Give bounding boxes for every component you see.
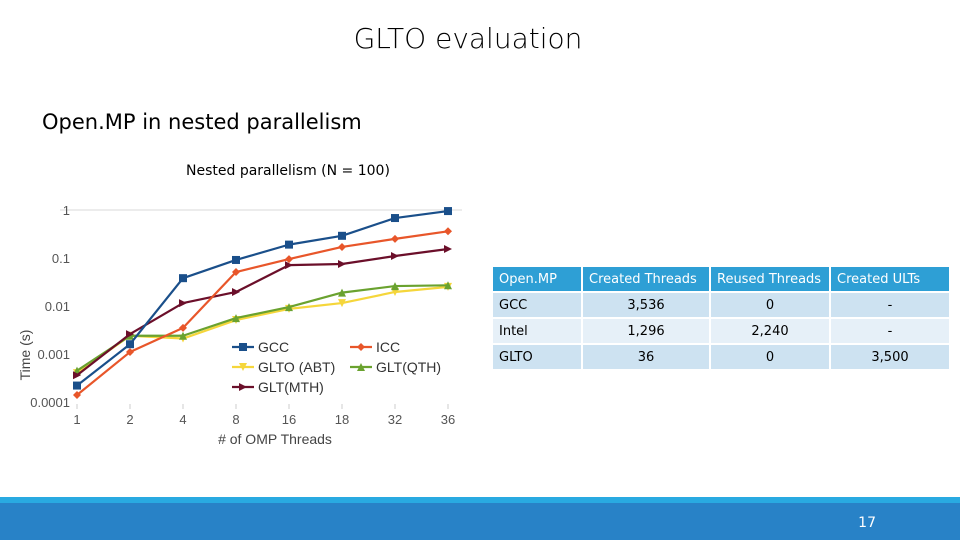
data-point-gcc: [444, 207, 452, 216]
legend-item-icc: ICC: [350, 339, 400, 355]
x-axis-label: # of OMP Threads: [218, 431, 332, 447]
x-tick-label: 36: [441, 412, 455, 427]
cell-created-threads: 36: [583, 345, 709, 369]
y-tick-label: 1: [63, 203, 70, 218]
header-created-threads: Created Threads: [583, 267, 709, 291]
footer-bar: 17: [0, 503, 960, 540]
cell-reused-threads: 0: [711, 345, 829, 369]
data-point-glt-mth: [444, 244, 452, 253]
header-created-ults: Created ULTs: [831, 267, 949, 291]
data-point-icc: [338, 242, 346, 251]
y-axis-label: Time (s): [17, 330, 33, 381]
legend-label: GLTO (ABT): [258, 359, 335, 375]
y-tick-label: 0.1: [52, 251, 70, 266]
data-point-gcc: [391, 214, 399, 223]
cell-created-threads: 1,296: [583, 319, 709, 343]
data-point-icc: [444, 227, 452, 236]
legend-item-glt-mth: GLT(MTH): [232, 379, 324, 395]
y-tick-label: 0.001: [37, 347, 70, 362]
cell-reused-threads: 2,240: [711, 319, 829, 343]
table-row: Intel 1,296 2,240 -: [493, 319, 949, 343]
row-label: GLTO: [493, 345, 581, 369]
x-tick-label: 18: [335, 412, 349, 427]
table-row: GLTO 36 0 3,500: [493, 345, 949, 369]
y-tick-label: 0.01: [45, 299, 70, 314]
cell-created-ults: 3,500: [831, 345, 949, 369]
legend-label: GLT(QTH): [376, 359, 441, 375]
row-label: GCC: [493, 293, 581, 317]
chart-title: Nested parallelism (N = 100): [186, 163, 390, 179]
legend-label: GLT(MTH): [258, 379, 324, 395]
cell-created-ults: -: [831, 293, 949, 317]
x-tick-label: 16: [282, 412, 296, 427]
cell-reused-threads: 0: [711, 293, 829, 317]
data-point-gcc: [73, 381, 81, 390]
data-point-gcc: [285, 240, 293, 249]
legend-item-gcc: GCC: [232, 339, 289, 355]
line-chart: 10.10.010.0010.0001 1 2 4 8 16 18 32 36 GCC ICCG…: [17, 203, 462, 447]
data-point-gcc: [126, 340, 134, 349]
header-reused-threads: Reused Threads: [711, 267, 829, 291]
legend-marker: [239, 343, 247, 351]
cell-created-ults: -: [831, 319, 949, 343]
x-tick-label: 1: [73, 412, 80, 427]
slide-subtitle: Open.MP in nested parallelism: [42, 110, 362, 134]
data-point-glt-mth: [179, 299, 187, 308]
page-number: 17: [858, 515, 876, 531]
legend-label: ICC: [376, 339, 400, 355]
data-point-glt-mth: [391, 252, 399, 261]
legend-label: GCC: [258, 339, 289, 355]
legend: GCC ICC GLTO (ABT) GLT(QTH) GLT(MTH): [232, 339, 441, 395]
data-point-gcc: [232, 255, 240, 264]
x-tick-labels: 1 2 4 8 16 18 32 36: [73, 412, 455, 427]
y-tick-labels: 1 0.1 0.01 0.001 0.0001: [30, 203, 70, 410]
table-row: GCC 3,536 0 -: [493, 293, 949, 317]
data-point-gcc: [338, 231, 346, 240]
legend-marker: [239, 383, 247, 391]
header-openmp: Open.MP: [493, 267, 581, 291]
cell-created-threads: 3,536: [583, 293, 709, 317]
row-label: Intel: [493, 319, 581, 343]
slide-title: GLTO evaluation: [353, 22, 583, 55]
x-tick-label: 32: [388, 412, 402, 427]
y-tick-label: 0.0001: [30, 395, 70, 410]
data-point-icc: [391, 234, 399, 243]
table-header-row: Open.MP Created Threads Reused Threads C…: [493, 267, 949, 291]
data-point-gcc: [179, 274, 187, 283]
data-point-glt-mth: [232, 287, 240, 296]
x-tick-label: 8: [232, 412, 239, 427]
legend-item-glt-qth: GLT(QTH): [350, 359, 441, 375]
x-tick-label: 2: [126, 412, 133, 427]
x-tick-label: 4: [179, 412, 186, 427]
legend-item-glto-abt: GLTO (ABT): [232, 359, 335, 375]
series-line-glt-qth: [76, 284, 449, 372]
data-point-glt-mth: [338, 259, 346, 268]
legend-marker: [357, 343, 365, 351]
threads-table: Open.MP Created Threads Reused Threads C…: [491, 265, 951, 371]
